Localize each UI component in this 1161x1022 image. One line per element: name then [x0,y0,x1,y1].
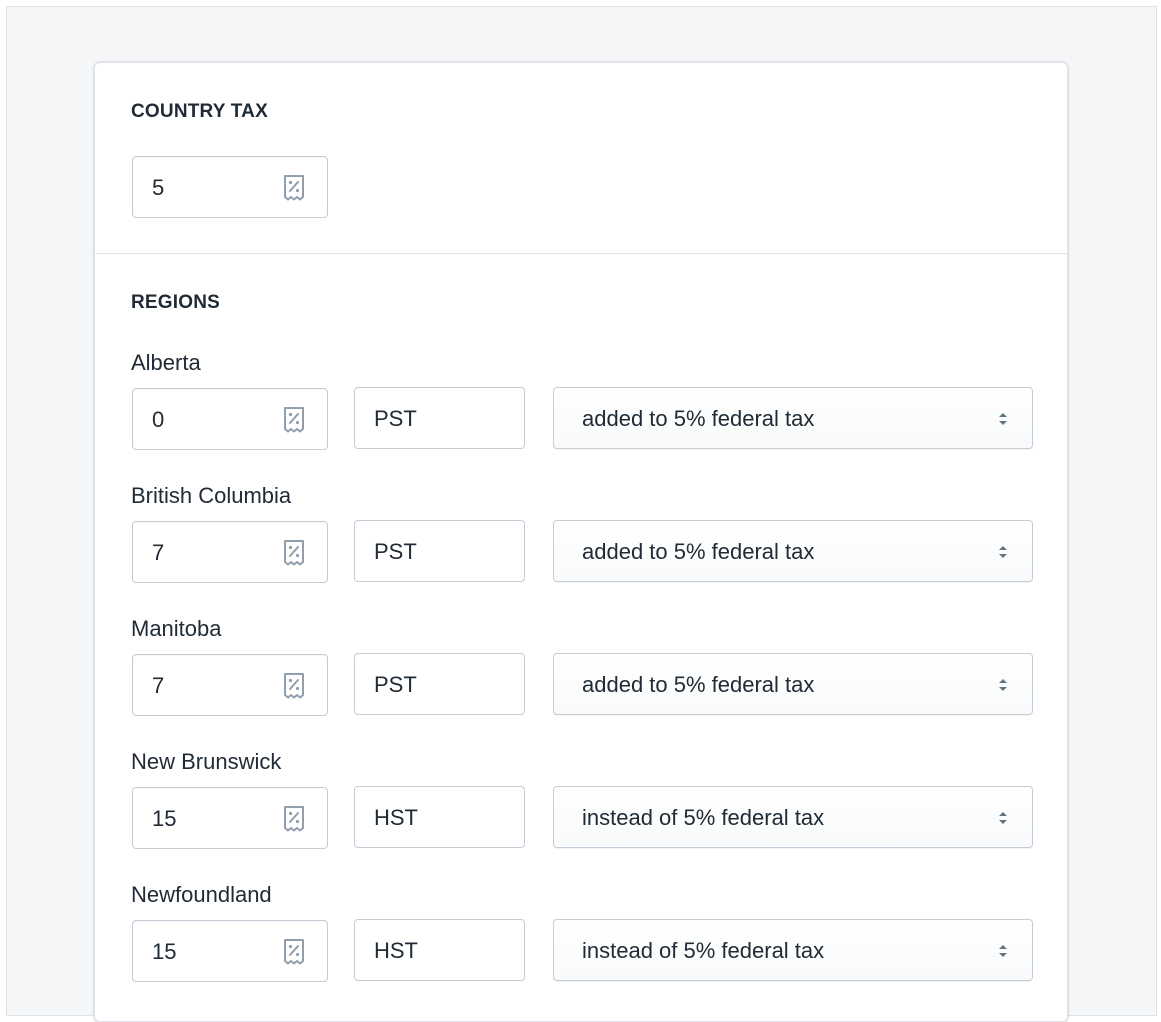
select-arrows-icon [999,812,1007,824]
region-name: British Columbia [131,483,292,508]
receipt-percent-icon [284,540,304,566]
region-tax-name-value: HST [374,938,418,963]
region-rate-value: 7 [152,673,165,698]
region-name: Alberta [131,350,201,375]
region-tax-name-input[interactable]: HST [354,919,525,981]
receipt-percent-icon [284,806,304,832]
region-tax-mode-select[interactable]: added to 5% federal tax [553,387,1033,449]
receipt-percent-icon [284,939,304,965]
region-tax-mode-value: added to 5% federal tax [582,406,815,431]
region-tax-name-input[interactable]: PST [354,387,525,449]
country-tax-input[interactable]: 5 [132,156,328,218]
region-rate-input[interactable]: 0 [132,388,328,450]
region-rate-input[interactable]: 7 [132,654,328,716]
region-tax-mode-select[interactable]: added to 5% federal tax [553,520,1033,582]
region-tax-name-value: PST [374,406,417,431]
region-tax-mode-value: added to 5% federal tax [582,539,815,564]
regions-heading: REGIONS [131,292,221,313]
region-tax-mode-value: instead of 5% federal tax [582,805,825,830]
region-tax-mode-select[interactable]: added to 5% federal tax [553,653,1033,715]
region-rate-value: 7 [152,540,165,565]
region-rate-input[interactable]: 15 [132,920,328,982]
select-arrows-icon [999,945,1007,957]
select-arrows-icon [999,413,1007,425]
region-name: New Brunswick [131,749,282,774]
receipt-percent-icon [284,673,304,699]
receipt-percent-icon [284,407,304,433]
receipt-percent-icon [284,175,304,201]
region-tax-mode-select[interactable]: instead of 5% federal tax [553,919,1033,981]
region-tax-name-input[interactable]: HST [354,786,525,848]
region-name: Newfoundland [131,882,272,907]
country-tax-value: 5 [152,175,165,200]
region-tax-name-value: PST [374,539,417,564]
region-rate-input[interactable]: 7 [132,521,328,583]
region-tax-mode-select[interactable]: instead of 5% federal tax [553,786,1033,848]
region-tax-mode-value: added to 5% federal tax [582,672,815,697]
country-tax-heading: COUNTRY TAX [131,101,268,122]
select-arrows-icon [999,546,1007,558]
select-arrows-icon [999,679,1007,691]
region-tax-name-input[interactable]: PST [354,520,525,582]
region-name: Manitoba [131,616,222,641]
region-rate-value: 15 [152,939,177,964]
region-rate-input[interactable]: 15 [132,787,328,849]
section-divider [95,253,1067,254]
region-tax-name-value: HST [374,805,418,830]
region-tax-name-value: PST [374,672,417,697]
region-rate-value: 15 [152,806,177,831]
region-tax-mode-value: instead of 5% federal tax [582,938,825,963]
region-rate-value: 0 [152,407,165,432]
region-tax-name-input[interactable]: PST [354,653,525,715]
tax-settings-card: COUNTRY TAX 5 REGIONS Alberta 0 PST adde… [94,62,1068,1022]
